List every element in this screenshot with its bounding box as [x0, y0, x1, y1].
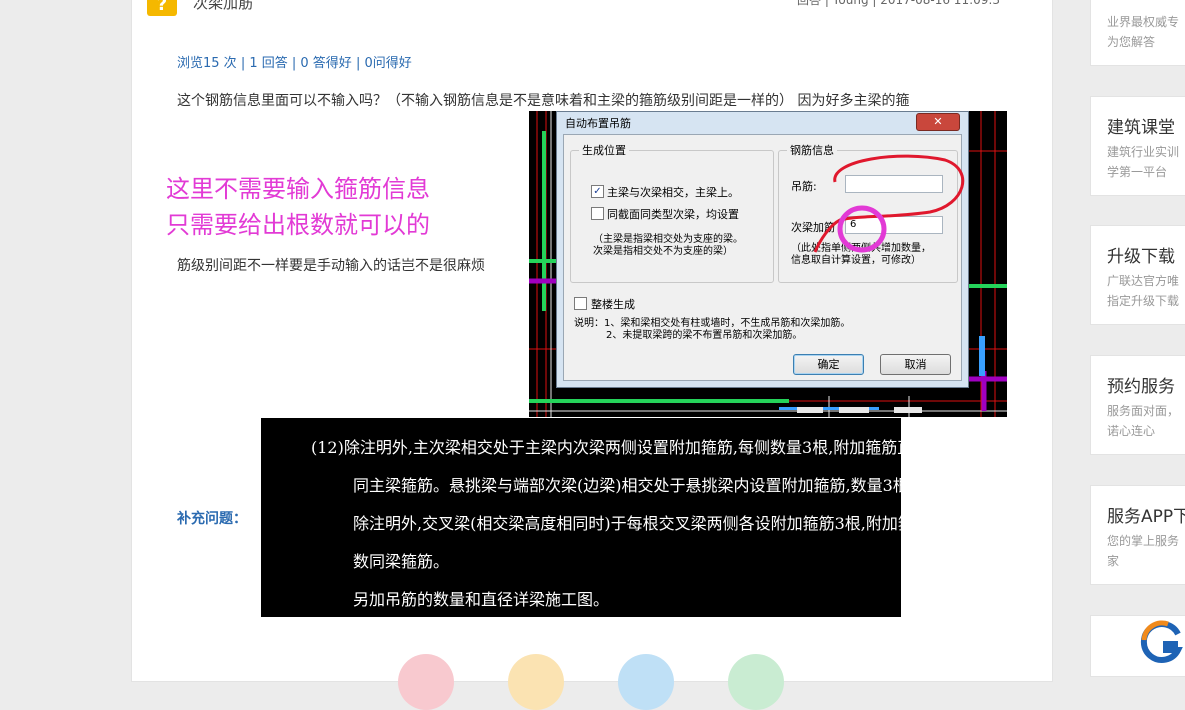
sidebar-card-upgrade[interactable]: 升级下载 广联达官方唯 指定升级下载	[1090, 225, 1185, 325]
glodon-logo-icon[interactable]	[1138, 620, 1184, 664]
sidebar-sub: 建筑行业实训	[1107, 145, 1180, 159]
decor-circle	[728, 654, 784, 710]
sidebar-sub: 业界最权威专	[1107, 15, 1180, 29]
sidebar-sub: 家	[1107, 554, 1120, 568]
sidebar-card-appointment[interactable]: 预约服务 服务面对面， 诺心连心	[1090, 355, 1185, 455]
sidebar-sub: 为您解答	[1107, 35, 1156, 49]
magenta-circle	[837, 205, 887, 253]
supplement-label: 补充问题：	[177, 511, 247, 527]
decor-circle	[398, 654, 454, 710]
note-line4: 数同梁箍筋。	[353, 552, 450, 571]
decor-circle	[618, 654, 674, 710]
spec-note-image: (12)除注明外,主次梁相交处于主梁内次梁两侧设置附加箍筋,每侧数量3根,附加箍…	[261, 418, 994, 617]
sidebar-title: 服务APP下	[1107, 507, 1185, 527]
sidebar-sub: 诺心连心	[1107, 424, 1156, 438]
sidebar-sub: 指定升级下载	[1107, 294, 1180, 308]
sidebar-title: 预约服务	[1107, 377, 1175, 397]
sidebar-sub: 服务面对面，	[1107, 404, 1180, 418]
red-scribble	[813, 154, 965, 253]
sidebar-sub: 广联达官方唯	[1107, 274, 1180, 288]
note-line2: 同主梁箍筋。悬挑梁与端部次梁(边梁)相交处于悬挑梁内设置附加箍筋,数量3根。	[353, 476, 925, 495]
sidebar-card-course[interactable]: 建筑课堂 建筑行业实训 学第一平台	[1090, 96, 1185, 196]
sidebar-title: 升级下载	[1107, 247, 1175, 267]
note-line5: 另加吊筋的数量和直径详梁施工图。	[353, 590, 610, 609]
sidebar-sub: 您的掌上服务	[1107, 534, 1180, 548]
decor-circle	[508, 654, 564, 710]
sidebar-title: 建筑课堂	[1107, 118, 1175, 138]
sidebar-card-app[interactable]: 服务APP下 您的掌上服务 家	[1090, 485, 1185, 585]
sidebar-sub: 学第一平台	[1107, 165, 1168, 179]
note-line3: 除注明外,交叉梁(相交梁高度相同时)于每根交叉梁两侧各设附加箍筋3根,附加箍筋直…	[353, 514, 994, 533]
note-line1: (12)除注明外,主次梁相交处于主梁内次梁两侧设置附加箍筋,每侧数量3根,附加箍…	[311, 438, 978, 457]
sidebar-card-expert[interactable]: 业界最权威专 为您解答	[1090, 0, 1185, 66]
